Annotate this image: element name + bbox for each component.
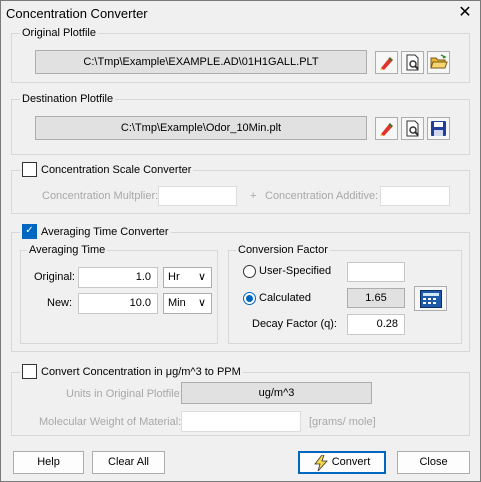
clear-all-button[interactable]: Clear All <box>92 451 165 474</box>
save-destination-button[interactable] <box>427 117 450 140</box>
averaging-time-label: Averaging Time <box>27 244 108 256</box>
scale-converter-checkbox[interactable] <box>22 162 37 177</box>
view-file-icon <box>406 54 419 71</box>
molecular-weight-unit: [grams/ mole] <box>309 416 376 428</box>
edit-destination-button[interactable] <box>375 117 398 140</box>
user-specified-input[interactable] <box>347 262 405 282</box>
conversion-factor-label: Conversion Factor <box>236 244 330 256</box>
new-time-label: New: <box>47 297 73 309</box>
chevron-down-icon: ∨ <box>197 271 206 283</box>
convert-label: Convert <box>331 456 371 468</box>
open-folder-icon <box>429 54 448 69</box>
window-title: Concentration Converter <box>6 6 148 21</box>
original-unit-value: Hr <box>168 271 180 283</box>
close-button[interactable]: Close <box>397 451 470 474</box>
additive-input[interactable] <box>380 186 450 206</box>
units-original-value: ug/m^3 <box>181 382 372 404</box>
new-time-input[interactable]: 10.0 <box>78 293 158 314</box>
destination-plotfile-label: Destination Plotfile <box>20 93 116 105</box>
close-window-icon[interactable]: ✕ <box>452 2 478 24</box>
user-specified-label: User-Specified <box>259 265 332 277</box>
original-plotfile-path[interactable]: C:\Tmp\Example\EXAMPLE.AD\01H1GALL.PLT <box>35 50 367 74</box>
original-time-input[interactable]: 1.0 <box>78 267 158 288</box>
ppm-converter-header[interactable]: Convert Concentration in μg/m^3 to PPM <box>20 364 243 379</box>
new-unit-value: Min <box>168 297 186 309</box>
pencil-icon <box>380 123 393 136</box>
ppm-converter-checkbox[interactable] <box>22 364 37 379</box>
scale-converter-header[interactable]: Concentration Scale Converter <box>20 162 194 177</box>
edit-original-button[interactable] <box>375 51 398 74</box>
lightning-icon <box>313 454 328 471</box>
view-file-icon <box>406 120 419 137</box>
scale-converter-label: Concentration Scale Converter <box>41 163 192 176</box>
original-plotfile-label: Original Plotfile <box>20 27 98 39</box>
calculator-button[interactable] <box>414 286 447 311</box>
decay-factor-input[interactable]: 0.28 <box>347 314 405 335</box>
calculated-radio[interactable] <box>243 292 256 305</box>
destination-plotfile-path[interactable]: C:\Tmp\Example\Odor_10Min.plt <box>35 116 367 140</box>
new-unit-select[interactable]: Min ∨ <box>163 293 212 314</box>
averaging-converter-label: Averaging Time Converter <box>41 225 169 238</box>
molecular-weight-input[interactable] <box>181 411 301 432</box>
averaging-converter-checkbox[interactable]: ✓ <box>22 224 37 239</box>
help-button[interactable]: Help <box>13 451 84 474</box>
save-disk-icon <box>431 121 446 136</box>
user-specified-radio[interactable] <box>243 265 256 278</box>
original-time-label: Original: <box>34 271 75 283</box>
convert-button[interactable]: Convert <box>298 451 386 474</box>
calculator-icon <box>419 289 442 308</box>
ppm-converter-label: Convert Concentration in μg/m^3 to PPM <box>41 365 241 378</box>
units-original-label: Units in Original Plotfile: <box>66 388 183 400</box>
averaging-converter-header[interactable]: ✓ Averaging Time Converter <box>20 224 171 239</box>
open-original-button[interactable] <box>427 51 450 74</box>
chevron-down-icon: ∨ <box>197 297 206 309</box>
additive-label: Concentration Additive: <box>265 190 379 202</box>
original-unit-select[interactable]: Hr ∨ <box>163 267 212 288</box>
decay-factor-label: Decay Factor (q): <box>252 318 337 330</box>
molecular-weight-label: Molecular Weight of Material: <box>39 416 182 428</box>
multiplier-label: Concentration Multplier: <box>42 190 159 202</box>
view-destination-button[interactable] <box>401 117 424 140</box>
plus-sign: + <box>250 190 257 202</box>
calculated-value: 1.65 <box>347 288 405 308</box>
pencil-icon <box>380 57 393 70</box>
view-original-button[interactable] <box>401 51 424 74</box>
multiplier-input[interactable] <box>158 186 237 206</box>
calculated-label: Calculated <box>259 292 311 304</box>
